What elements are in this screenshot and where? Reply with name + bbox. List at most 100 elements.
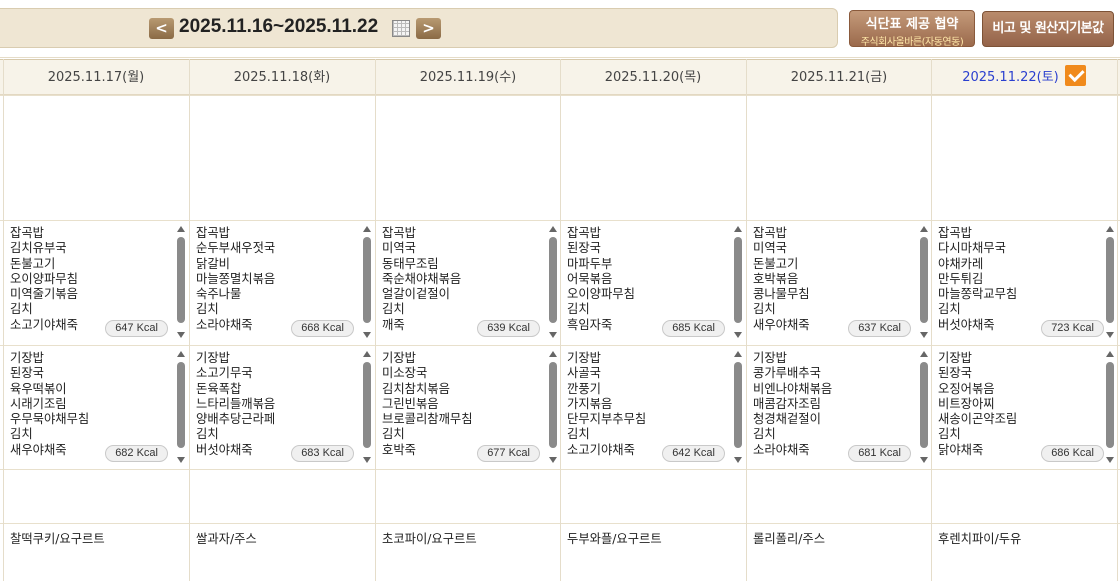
scroll-up-icon[interactable] [177, 226, 185, 232]
day-date: 2025.11.18(화) [233, 70, 331, 85]
menu-item: 죽순채야채볶음 [382, 271, 462, 286]
menu-item: 순두부새우젓국 [196, 241, 276, 256]
scroll-down-icon[interactable] [1106, 457, 1114, 463]
kcal-badge: 683 Kcal [291, 445, 354, 462]
kcal-badge: 642 Kcal [662, 445, 725, 462]
scroll-down-icon[interactable] [177, 457, 185, 463]
scroll-thumb[interactable] [734, 237, 742, 323]
scroll-thumb[interactable] [177, 362, 185, 448]
menu-item: 닭갈비 [196, 256, 230, 271]
scroll-down-icon[interactable] [920, 457, 928, 463]
menu-item: 소고기무국 [196, 366, 253, 381]
next-week-button[interactable]: > [416, 18, 441, 39]
scroll-thumb[interactable] [549, 237, 557, 323]
menu-item: 김치 [196, 427, 219, 442]
menu-item: 어묵볶음 [567, 271, 613, 286]
menu-item: 양배추당근라페 [196, 412, 276, 427]
scrollbar[interactable] [733, 351, 743, 463]
scrollbar[interactable] [362, 351, 372, 463]
menu-item: 미소장국 [382, 366, 428, 381]
day-header: 2025.11.17(월) [4, 60, 188, 96]
menu-item: 미역국 [753, 241, 787, 256]
scroll-up-icon[interactable] [1106, 351, 1114, 357]
scroll-down-icon[interactable] [734, 332, 742, 338]
menu-item: 마늘쫑멸치볶음 [196, 271, 276, 286]
snack-item: 후렌치파이/두유 [938, 532, 1022, 546]
menu-item: 된장국 [938, 366, 972, 381]
scrollbar[interactable] [176, 226, 186, 338]
column-divider [3, 59, 4, 581]
menu-item: 얼갈이겉절이 [382, 287, 450, 302]
menu-item: 돈불고기 [10, 256, 56, 271]
scroll-up-icon[interactable] [363, 351, 371, 357]
scroll-down-icon[interactable] [549, 332, 557, 338]
scrollbar[interactable] [176, 351, 186, 463]
scroll-up-icon[interactable] [734, 351, 742, 357]
calendar-icon[interactable] [392, 20, 410, 37]
scrollbar[interactable] [919, 351, 929, 463]
scroll-thumb[interactable] [549, 362, 557, 448]
scrollbar[interactable] [919, 226, 929, 338]
scroll-down-icon[interactable] [363, 457, 371, 463]
menu-item: 새송이곤약조림 [938, 412, 1018, 427]
scroll-up-icon[interactable] [734, 226, 742, 232]
menu-item: 깐풍기 [567, 381, 601, 396]
scrollbar[interactable] [548, 226, 558, 338]
scroll-up-icon[interactable] [920, 351, 928, 357]
scroll-down-icon[interactable] [734, 457, 742, 463]
checkbox-checked-icon[interactable] [1064, 65, 1086, 86]
menu-item: 호박볶음 [753, 271, 799, 286]
menu-item: 단무지부추무침 [567, 412, 647, 427]
scroll-up-icon[interactable] [177, 351, 185, 357]
scroll-down-icon[interactable] [1106, 332, 1114, 338]
notes-origin-button[interactable]: 비고 및 원산지기본값 [982, 11, 1114, 47]
menu-item: 미역줄기볶음 [10, 287, 78, 302]
scroll-thumb[interactable] [1106, 237, 1114, 323]
scroll-thumb[interactable] [920, 362, 928, 448]
snack-item: 초코파이/요구르트 [382, 532, 477, 546]
scroll-thumb[interactable] [363, 237, 371, 323]
scroll-thumb[interactable] [1106, 362, 1114, 448]
menu-item: 김치 [753, 302, 776, 317]
scroll-up-icon[interactable] [920, 226, 928, 232]
scroll-thumb[interactable] [177, 237, 185, 323]
menu-item: 미역국 [382, 241, 416, 256]
scrollbar[interactable] [548, 351, 558, 463]
scroll-up-icon[interactable] [549, 351, 557, 357]
menu-item: 잡곡밥 [382, 226, 416, 240]
menu-item: 기장밥 [10, 351, 44, 365]
menu-agreement-button[interactable]: 식단표 제공 협약 주식회사올바른(자동연동) [849, 10, 975, 48]
kcal-badge: 639 Kcal [477, 320, 540, 337]
snack-item: 찰떡쿠키/요구르트 [10, 532, 105, 546]
snack-item: 롤리폴리/주스 [753, 532, 826, 546]
column-divider [560, 59, 561, 581]
kcal-badge: 668 Kcal [291, 320, 354, 337]
prev-week-button[interactable]: < [149, 18, 174, 39]
scroll-up-icon[interactable] [1106, 226, 1114, 232]
scroll-thumb[interactable] [734, 362, 742, 448]
menu-item: 가지볶음 [567, 396, 613, 411]
kcal-badge: 677 Kcal [477, 445, 540, 462]
scroll-up-icon[interactable] [363, 226, 371, 232]
scroll-thumb[interactable] [363, 362, 371, 448]
menu-item: 기장밥 [382, 351, 416, 365]
scroll-down-icon[interactable] [549, 457, 557, 463]
scroll-up-icon[interactable] [549, 226, 557, 232]
menu-item: 숙주나물 [196, 287, 242, 302]
scrollbar[interactable] [1105, 226, 1115, 338]
scrollbar[interactable] [362, 226, 372, 338]
menu-item: 김치 [938, 427, 961, 442]
column-divider [189, 59, 190, 581]
scroll-down-icon[interactable] [363, 332, 371, 338]
scroll-down-icon[interactable] [920, 332, 928, 338]
scroll-thumb[interactable] [920, 237, 928, 323]
menu-item: 김치 [567, 427, 590, 442]
scrollbar[interactable] [733, 226, 743, 338]
menu-item: 잡곡밥 [753, 226, 787, 240]
menu-item: 콩가루배추국 [753, 366, 821, 381]
scroll-down-icon[interactable] [177, 332, 185, 338]
menu-item: 된장국 [10, 366, 44, 381]
menu-item: 된장국 [567, 241, 601, 256]
chevron-right-icon: > [422, 19, 435, 37]
scrollbar[interactable] [1105, 351, 1115, 463]
